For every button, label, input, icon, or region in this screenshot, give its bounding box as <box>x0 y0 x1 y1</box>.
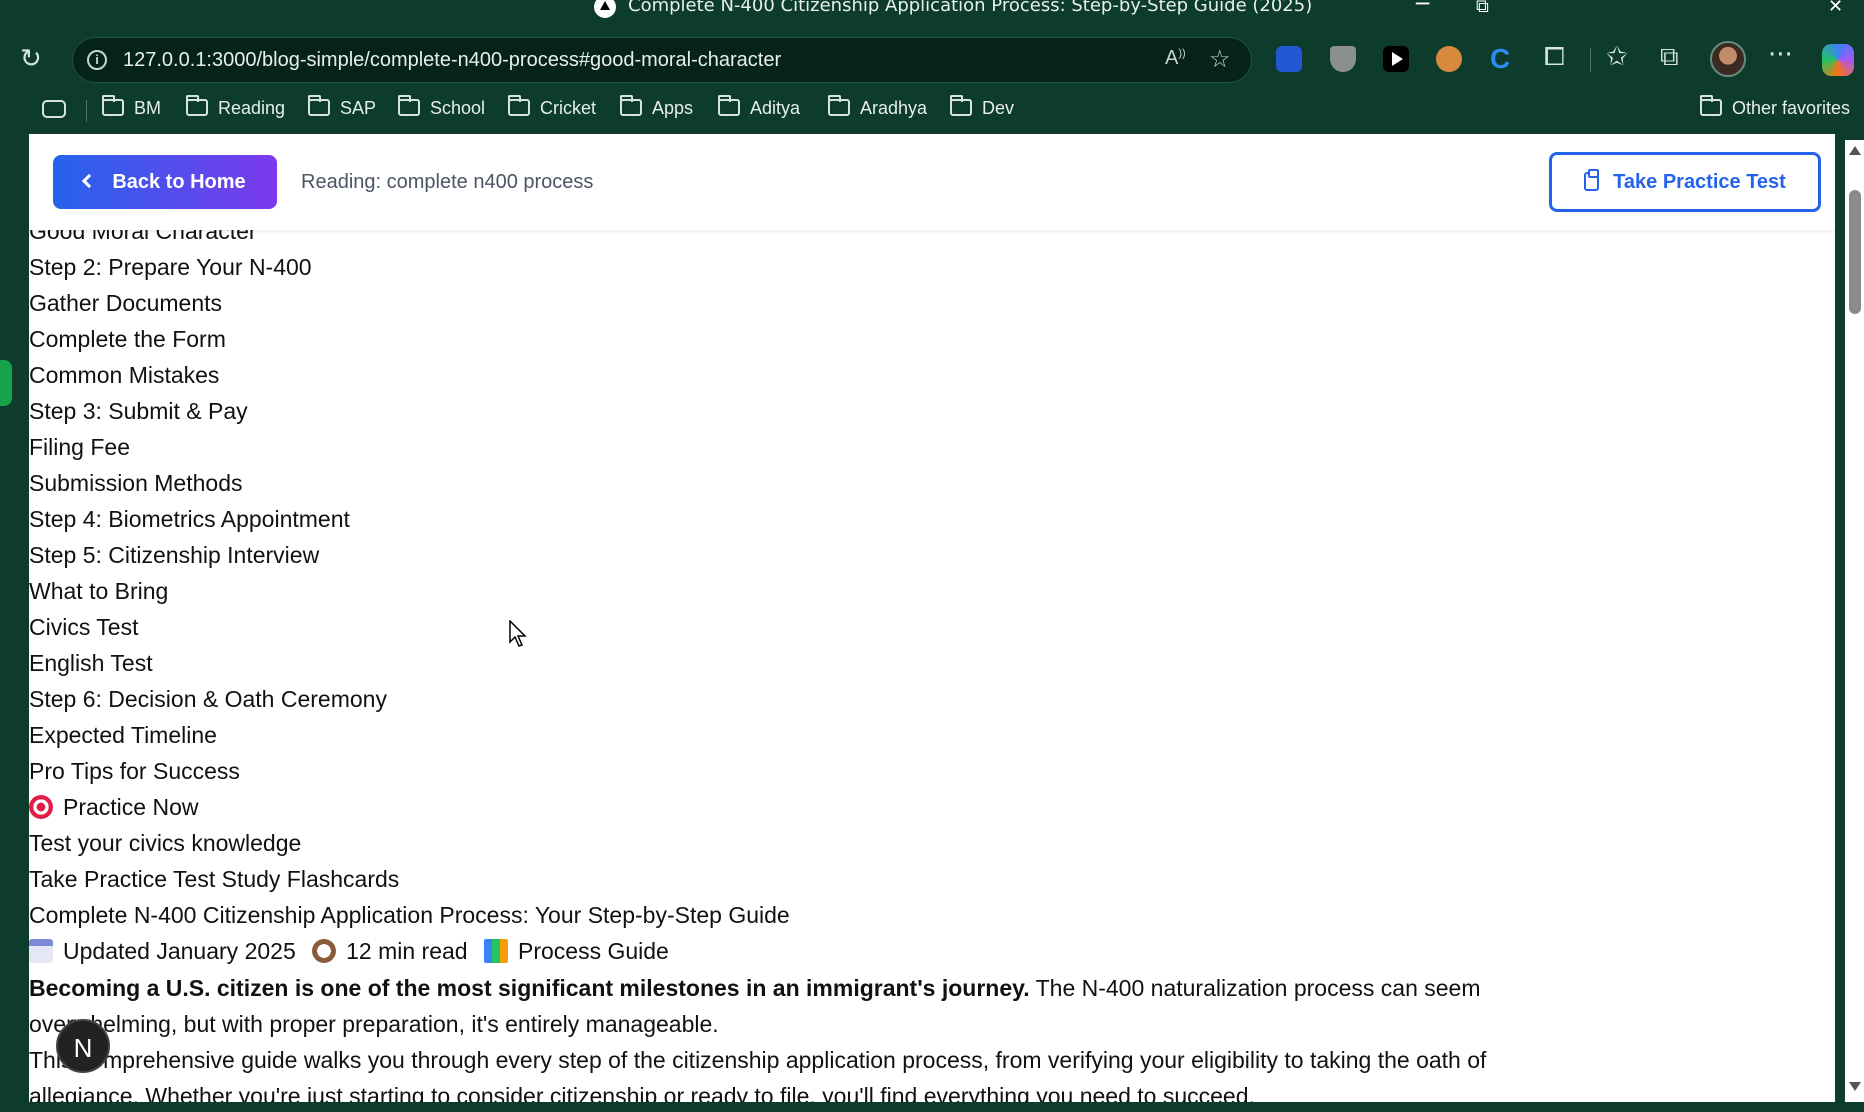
clipboard-icon <box>1584 168 1600 191</box>
side-panel-tab[interactable] <box>0 360 12 406</box>
more-icon[interactable]: ··· <box>1768 40 1793 70</box>
bookmark-sap[interactable]: SAP <box>308 95 376 124</box>
toc-link[interactable]: Submission Methods <box>29 470 243 497</box>
toc-link[interactable]: Step 5: Citizenship Interview <box>29 542 319 569</box>
folder-icon <box>828 95 850 116</box>
toc-link[interactable]: Step 2: Prepare Your N-400 <box>29 254 312 281</box>
site-favicon-icon <box>594 0 616 18</box>
folder-icon <box>718 95 740 116</box>
stopwatch-icon <box>312 939 337 963</box>
folder-icon <box>950 95 972 116</box>
bookmark-aditya[interactable]: Aditya <box>718 95 800 124</box>
read-aloud-icon[interactable]: A)) <box>1165 47 1186 70</box>
article-title: Complete N-400 Citizenship Application P… <box>29 902 790 928</box>
window-left-edge <box>0 134 29 1112</box>
practice-links[interactable]: Take Practice Test Study Flashcards <box>29 866 399 893</box>
scroll-down-icon[interactable] <box>1849 1082 1861 1091</box>
bitwarden-icon[interactable] <box>1276 46 1302 72</box>
title-bar: Complete N-400 Citizenship Application P… <box>0 0 1864 18</box>
page-viewport: Back to Home Reading: complete n400 proc… <box>29 134 1835 1102</box>
folder-icon <box>186 95 208 116</box>
reload-icon[interactable]: ↻ <box>20 44 42 74</box>
favorites-icon[interactable]: ✩ <box>1606 42 1628 72</box>
toc-link[interactable]: Complete the Form <box>29 326 226 353</box>
intro-paragraph: Becoming a U.S. citizen is one of the mo… <box>29 975 1481 1037</box>
bookmark-other-favorites[interactable]: Other favorites <box>1700 95 1850 124</box>
collections-icon[interactable]: ⧉ <box>1660 42 1679 73</box>
info-icon[interactable]: i <box>87 50 107 70</box>
folder-icon <box>308 95 330 116</box>
tab-actions-icon[interactable] <box>42 100 66 118</box>
minimize-button[interactable]: ─ <box>1416 0 1429 17</box>
page-header: Back to Home Reading: complete n400 proc… <box>29 134 1835 230</box>
bookmarks-bar: BM Reading SAP School Cricket Apps Adity… <box>0 92 1864 128</box>
bookmark-aradhya[interactable]: Aradhya <box>828 95 927 124</box>
c-icon[interactable]: C <box>1490 45 1516 73</box>
folder-icon <box>102 95 124 116</box>
toc-link[interactable]: Common Mistakes <box>29 362 219 389</box>
folder-icon <box>620 95 642 116</box>
ublock-icon[interactable] <box>1330 46 1356 72</box>
scroll-up-icon[interactable] <box>1849 146 1861 155</box>
glasses-icon[interactable] <box>1436 46 1462 72</box>
window-title: Complete N-400 Citizenship Application P… <box>628 0 1313 16</box>
article-meta: Updated January 2025 12 min read Process… <box>29 938 669 965</box>
bookmark-bm[interactable]: BM <box>102 95 161 124</box>
toc-link[interactable]: Expected Timeline <box>29 722 217 749</box>
window-bottom-edge <box>0 1102 1864 1112</box>
bookmark-apps[interactable]: Apps <box>620 95 693 124</box>
target-icon <box>29 795 53 819</box>
bookmark-reading[interactable]: Reading <box>186 95 285 124</box>
chevron-left-icon <box>82 173 97 188</box>
scrollbar[interactable] <box>1845 140 1864 1102</box>
folder-icon <box>508 95 530 116</box>
copilot-icon[interactable] <box>1822 44 1854 76</box>
bookmark-cricket[interactable]: Cricket <box>508 95 596 124</box>
extensions-icon[interactable]: ⧠ <box>1544 42 1565 73</box>
practice-now-heading: Practice Now <box>29 794 198 821</box>
youtube-icon[interactable] <box>1383 46 1409 72</box>
toc-link[interactable]: Step 4: Biometrics Appointment <box>29 506 350 533</box>
toolbar-divider <box>1590 48 1591 72</box>
restore-button[interactable]: ⧉ <box>1476 0 1489 17</box>
take-practice-test-button[interactable]: Take Practice Test <box>1549 152 1821 212</box>
bookmarks-divider <box>86 100 87 122</box>
back-to-home-button[interactable]: Back to Home <box>53 155 277 209</box>
toc-link[interactable]: Gather Documents <box>29 290 222 317</box>
toc-link[interactable]: Filing Fee <box>29 434 130 461</box>
toc-link[interactable]: English Test <box>29 650 153 677</box>
toc-link[interactable]: Pro Tips for Success <box>29 758 240 785</box>
bookmark-school[interactable]: School <box>398 95 485 124</box>
reading-label: Reading: complete n400 process <box>301 171 594 193</box>
avatar[interactable] <box>1710 41 1746 77</box>
address-bar[interactable]: i 127.0.0.1:3000/blog-simple/complete-n4… <box>72 37 1252 83</box>
calendar-icon <box>29 939 53 963</box>
toc-link[interactable]: Civics Test <box>29 614 139 641</box>
books-icon <box>483 939 508 963</box>
toc-link[interactable]: Step 3: Submit & Pay <box>29 398 248 425</box>
bookmark-dev[interactable]: Dev <box>950 95 1014 124</box>
close-button[interactable]: ✕ <box>1828 0 1843 17</box>
folder-icon <box>398 95 420 116</box>
floating-avatar[interactable]: N <box>56 1019 110 1073</box>
star-icon[interactable]: ☆ <box>1209 45 1231 74</box>
scroll-thumb[interactable] <box>1849 190 1861 314</box>
folder-icon <box>1700 95 1722 116</box>
intro-paragraph-2: This comprehensive guide walks you throu… <box>29 1047 1487 1102</box>
toc-link[interactable]: What to Bring <box>29 578 168 605</box>
practice-subtext: Test your civics knowledge <box>29 830 302 856</box>
url-text[interactable]: 127.0.0.1:3000/blog-simple/complete-n400… <box>123 49 781 72</box>
toc-link[interactable]: Step 6: Decision & Oath Ceremony <box>29 686 387 713</box>
